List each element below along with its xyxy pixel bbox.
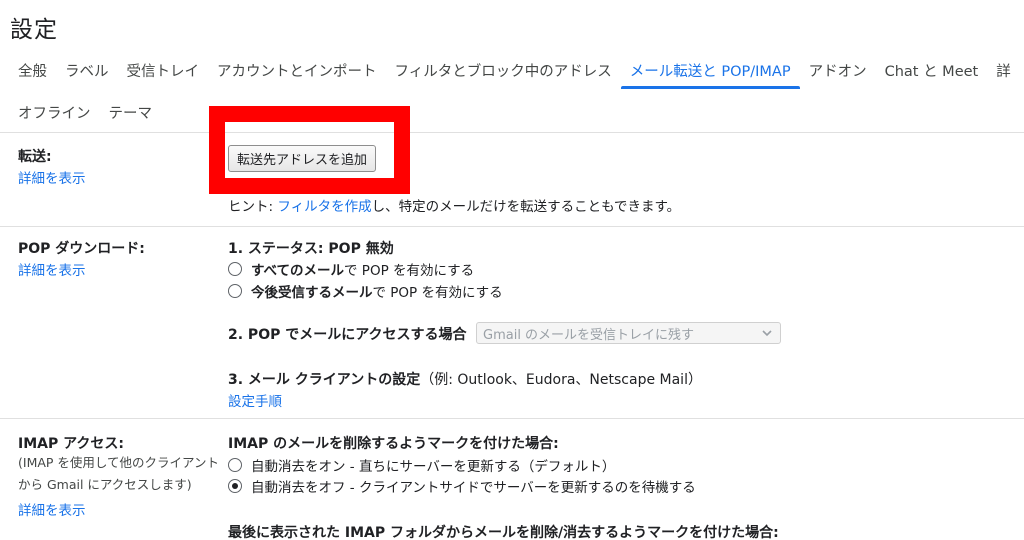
- tab-themes[interactable]: テーマ: [100, 93, 162, 131]
- add-forwarding-address-button[interactable]: 転送先アドレスを追加: [228, 145, 377, 172]
- option-bold: すべてのメール: [251, 263, 345, 279]
- tab-labels[interactable]: ラベル: [56, 51, 118, 89]
- imap-auto-expunge-off[interactable]: 自動消去をオフ - クライアントサイドでサーバーを更新するのを待機する: [228, 476, 696, 496]
- create-filter-link[interactable]: フィルタを作成: [277, 199, 371, 215]
- option-text: で POP を有効にする: [344, 263, 475, 279]
- client-label: 3. メール クライアントの設定: [228, 372, 421, 388]
- imap-expunge-heading: 最後に表示された IMAP フォルダからメールを削除/消去するようマークを付けた…: [228, 525, 779, 540]
- radio-button[interactable]: [228, 262, 242, 276]
- imap-auto-expunge-on[interactable]: 自動消去をオン - 直ちにサーバーを更新する（デフォルト）: [228, 455, 615, 475]
- radio-button-checked[interactable]: [228, 479, 242, 493]
- tab-advanced[interactable]: 詳: [987, 51, 1020, 89]
- chevron-down-icon: [762, 330, 772, 337]
- imap-details-link[interactable]: 詳細を表示: [18, 499, 86, 519]
- pop-enable-new-option[interactable]: 今後受信するメールで POP を有効にする: [228, 281, 503, 301]
- mail-client-setup: 3. メール クライアントの設定（例: Outlook、Eudora、Netsc…: [228, 369, 702, 389]
- option-bold: 今後受信するメール: [251, 285, 373, 301]
- pop-details-link[interactable]: 詳細を表示: [18, 259, 86, 279]
- option-text: 自動消去をオフ - クライアントサイドでサーバーを更新するのを待機する: [251, 480, 696, 496]
- pop-access-select[interactable]: Gmail のメールを受信トレイに残す: [476, 322, 781, 344]
- select-value: Gmail のメールを受信トレイに残す: [483, 327, 695, 343]
- forwarding-label: 転送:: [18, 149, 52, 165]
- tab-inbox[interactable]: 受信トレイ: [118, 51, 209, 89]
- tab-accounts-import[interactable]: アカウントとインポート: [208, 51, 386, 89]
- pop-download-label: POP ダウンロード:: [18, 241, 145, 257]
- pop-status: 1. ステータス: POP 無効: [228, 241, 394, 257]
- divider: [0, 132, 1024, 133]
- forwarding-details-link[interactable]: 詳細を表示: [18, 167, 86, 187]
- divider: [0, 418, 1024, 419]
- tab-forwarding-pop-imap[interactable]: メール転送と POP/IMAP: [620, 51, 800, 89]
- setup-instructions-link[interactable]: 設定手順: [228, 390, 282, 410]
- pop-access-label: 2. POP でメールにアクセスする場合: [228, 327, 467, 343]
- hint-suffix: し、特定のメールだけを転送することもできます。: [371, 199, 681, 215]
- imap-delete-heading: IMAP のメールを削除するようマークを付けた場合:: [228, 436, 559, 452]
- radio-button[interactable]: [228, 458, 242, 472]
- forwarding-hint: ヒント: フィルタを作成し、特定のメールだけを転送することもできます。: [228, 195, 680, 215]
- client-note: （例: Outlook、Eudora、Netscape Mail）: [420, 372, 702, 388]
- tab-offline[interactable]: オフライン: [0, 93, 100, 131]
- radio-button[interactable]: [228, 284, 242, 298]
- pop-enable-all-option[interactable]: すべてのメールで POP を有効にする: [228, 259, 474, 279]
- imap-note: (IMAP を使用して他のクライアントから Gmail にアクセスします): [18, 455, 220, 492]
- tab-general[interactable]: 全般: [0, 51, 56, 89]
- settings-tabs-row-2: オフライン テーマ: [0, 92, 1024, 132]
- tab-addons[interactable]: アドオン: [800, 51, 876, 89]
- tab-filters-blocked[interactable]: フィルタとブロック中のアドレス: [386, 51, 621, 89]
- imap-access-label: IMAP アクセス:: [18, 436, 125, 452]
- hint-prefix: ヒント:: [228, 199, 278, 215]
- page-title: 設定: [10, 17, 58, 43]
- option-text: 自動消去をオン - 直ちにサーバーを更新する（デフォルト）: [251, 459, 616, 475]
- divider: [0, 226, 1024, 227]
- option-text: で POP を有効にする: [372, 285, 503, 301]
- settings-tabs-row-1: 全般 ラベル 受信トレイ アカウントとインポート フィルタとブロック中のアドレス…: [0, 50, 1024, 90]
- tab-chat-meet[interactable]: Chat と Meet: [876, 51, 988, 89]
